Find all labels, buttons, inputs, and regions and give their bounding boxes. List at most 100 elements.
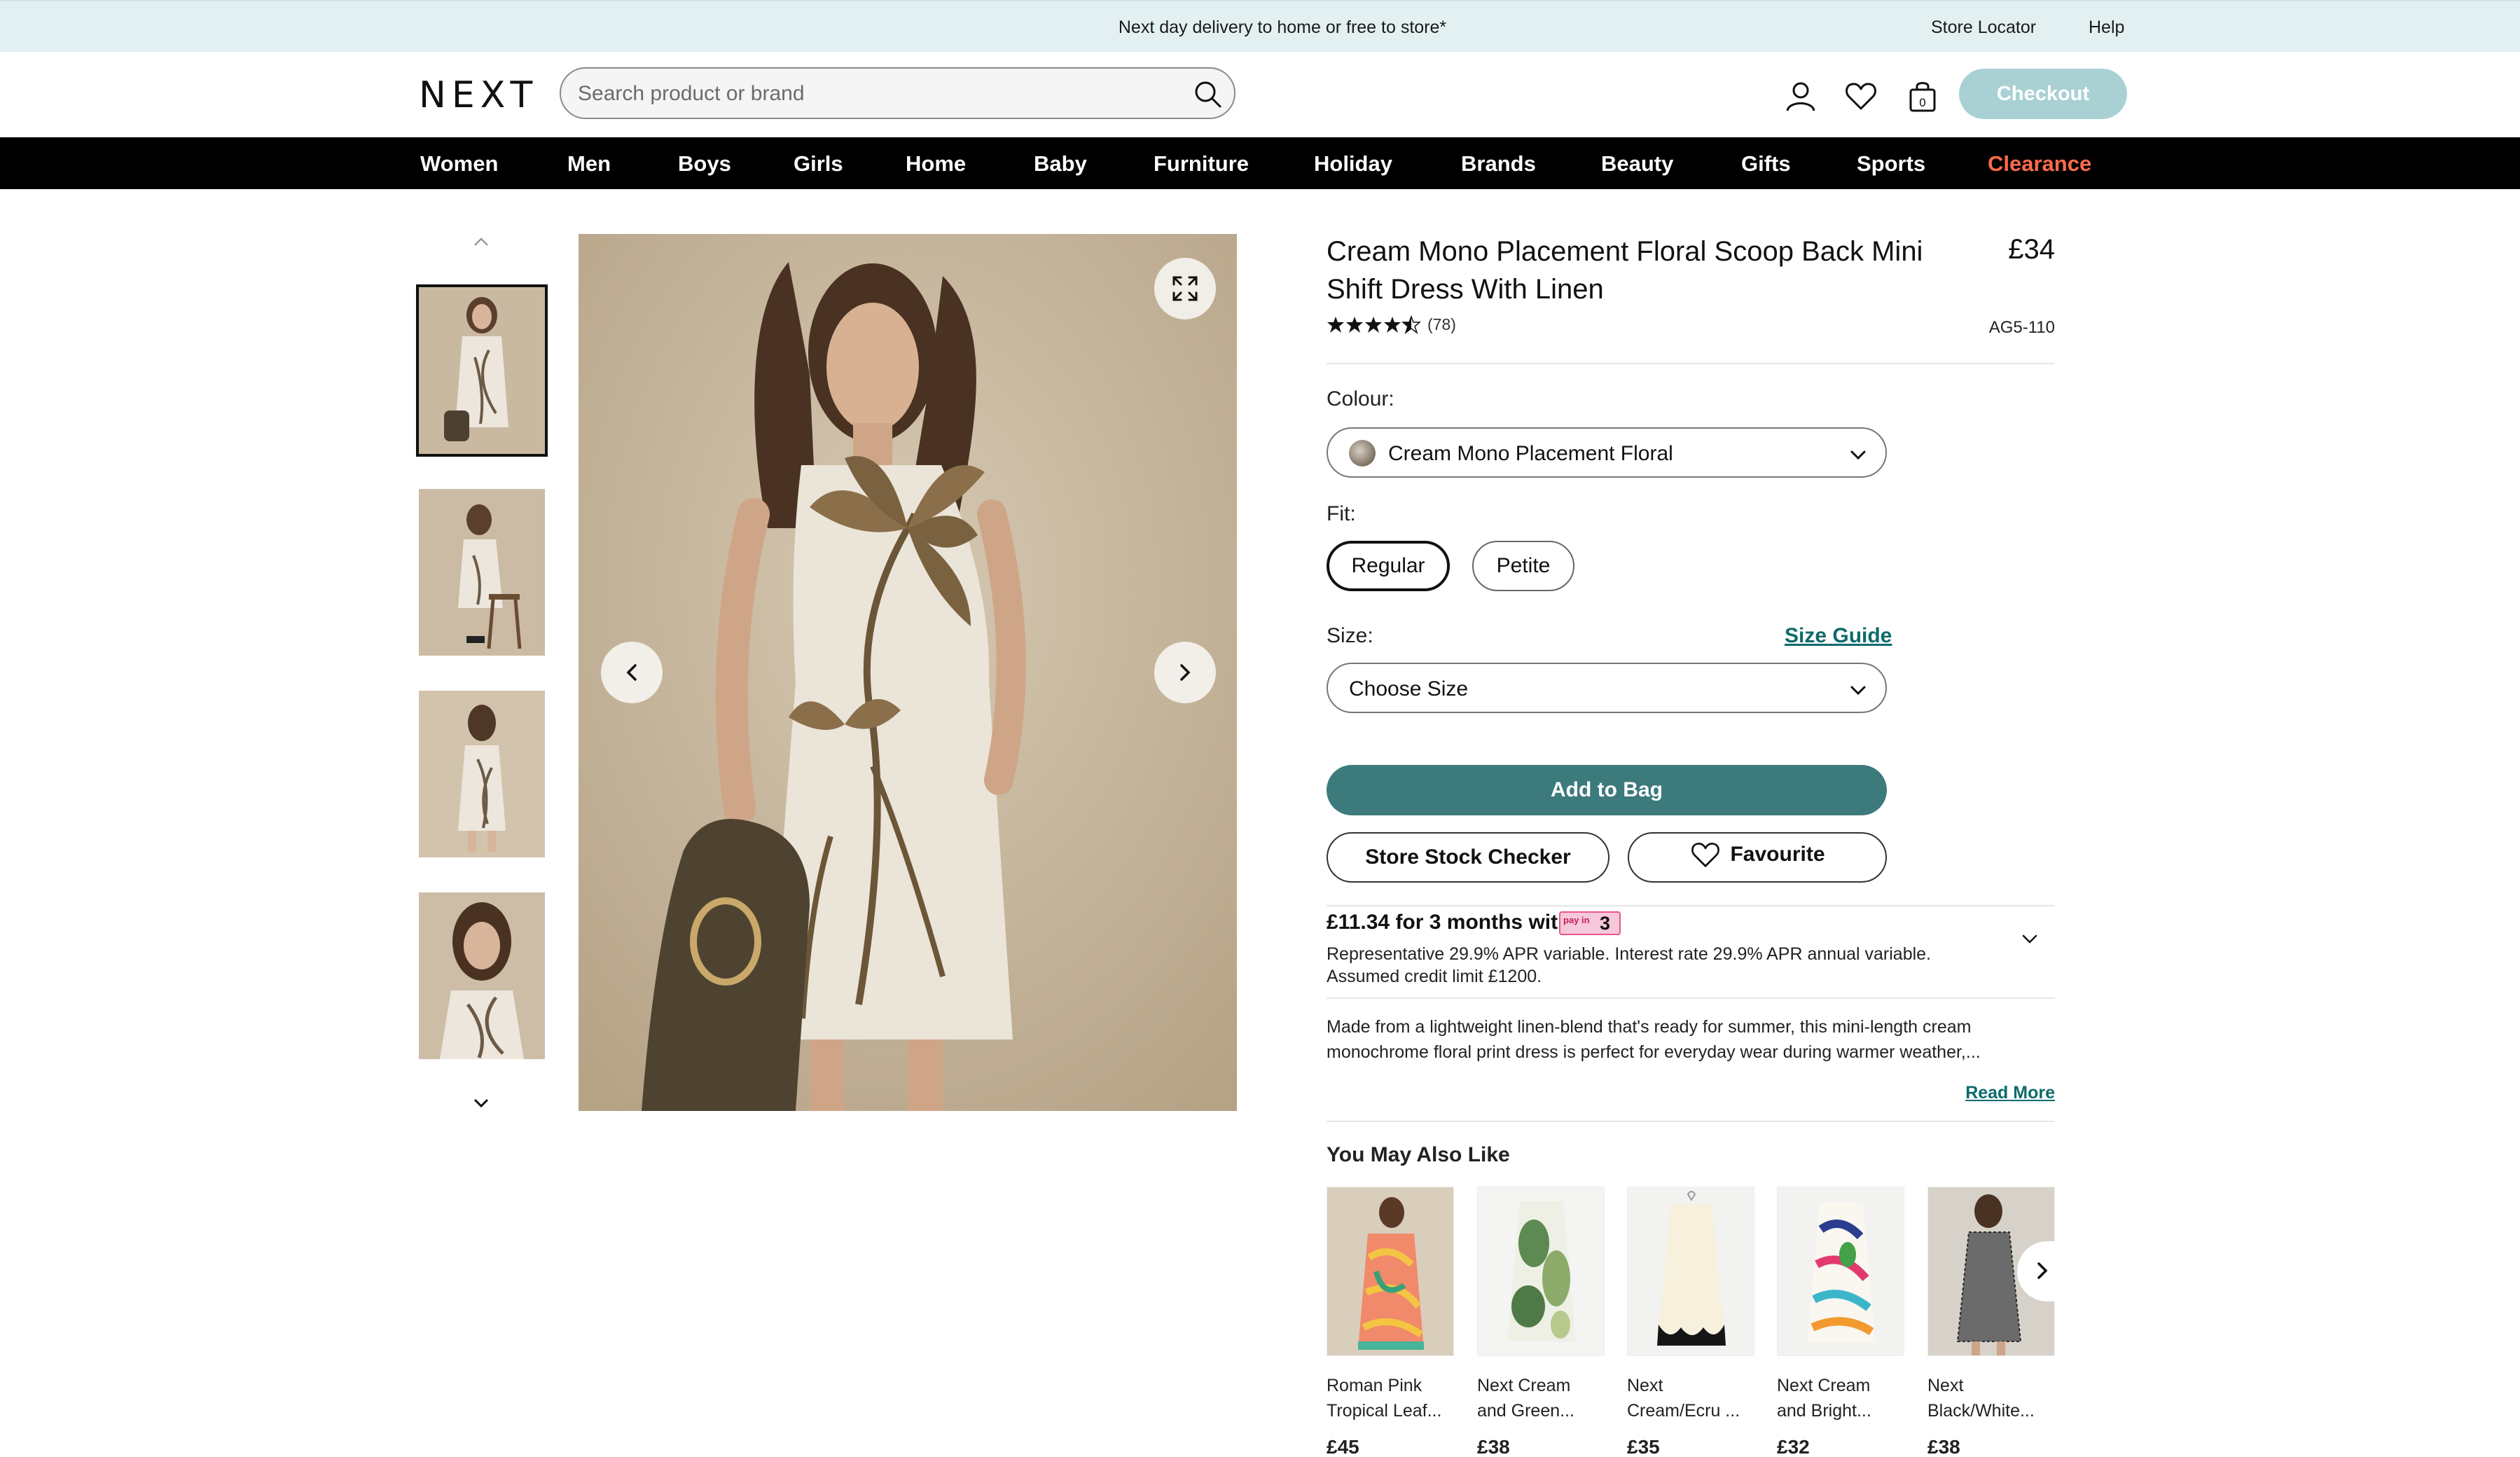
recommendation-name: Roman Pink Tropical Leaf...: [1327, 1376, 1442, 1421]
main-navigation: Women Men Boys Girls Home Baby Furniture…: [0, 137, 2520, 189]
pay-in-badge-number: 3: [1600, 913, 1611, 934]
divider: [1327, 363, 2055, 364]
nav-clearance[interactable]: Clearance: [1988, 151, 2091, 177]
thumbnail-image: [419, 287, 545, 454]
recommendation-card[interactable]: Next Black/White... £38: [1927, 1187, 2055, 1457]
recommendation-image: [1777, 1187, 1904, 1356]
nav-gifts[interactable]: Gifts: [1741, 151, 1791, 177]
site-header: NEXT 0 Checkout: [0, 52, 2520, 137]
add-to-bag-button[interactable]: Add to Bag: [1327, 765, 1887, 815]
search-input[interactable]: [578, 78, 1152, 109]
chevron-down-icon[interactable]: [2019, 927, 2041, 950]
nav-boys[interactable]: Boys: [678, 151, 731, 177]
nav-furniture[interactable]: Furniture: [1154, 151, 1249, 177]
thumbnail-1[interactable]: [416, 284, 548, 457]
pay-in-3-badge: pay in 3: [1559, 911, 1621, 935]
recommendation-price: £35: [1627, 1436, 1660, 1457]
favourite-button[interactable]: Favourite: [1628, 832, 1887, 883]
thumbnail-3[interactable]: [419, 691, 545, 857]
read-more-link[interactable]: Read More: [1965, 1083, 2055, 1103]
nav-men[interactable]: Men: [567, 151, 611, 177]
product-title: Cream Mono Placement Floral Scoop Back M…: [1327, 236, 1923, 305]
finance-headline: £11.34 for 3 months with: [1327, 911, 1571, 934]
thumbnail-4[interactable]: [419, 892, 545, 1059]
nav-sports[interactable]: Sports: [1857, 151, 1925, 177]
colour-select[interactable]: Cream Mono Placement Floral: [1327, 427, 1887, 478]
size-guide-link[interactable]: Size Guide: [1785, 624, 1892, 648]
review-count-link[interactable]: (78): [1427, 315, 1456, 334]
recommendation-card[interactable]: Next Cream/Ecru ... £35: [1627, 1187, 1754, 1457]
product-description: Made from a lightweight linen-blend that…: [1327, 1017, 1981, 1062]
size-label: Size:: [1327, 624, 1373, 647]
product-price: £34: [2008, 234, 2055, 265]
divider: [1327, 1121, 2055, 1122]
nav-home[interactable]: Home: [906, 151, 966, 177]
favourite-label: Favourite: [1730, 843, 1825, 866]
recommendation-price: £38: [1927, 1436, 1960, 1457]
chevron-down-icon: [1850, 686, 1866, 696]
recommendations-title: You May Also Like: [1327, 1143, 1510, 1166]
previous-image-button[interactable]: [601, 642, 663, 703]
thumbnail-2[interactable]: [419, 489, 545, 656]
help-link[interactable]: Help: [2089, 18, 2124, 38]
recommendation-card[interactable]: Roman Pink Tropical Leaf... £45: [1327, 1187, 1454, 1457]
recommendation-image: [1627, 1187, 1754, 1356]
thumbnail-image: [419, 489, 545, 656]
thumbnails-down-icon[interactable]: [464, 1090, 499, 1118]
fit-regular-button[interactable]: Regular: [1327, 541, 1450, 591]
recommendation-card[interactable]: Next Cream and Green... £38: [1477, 1187, 1605, 1457]
recommendation-name: Next Cream/Ecru ...: [1627, 1376, 1740, 1421]
promo-bar: Next day delivery to home or free to sto…: [0, 0, 2520, 52]
search-bar[interactable]: [560, 67, 1235, 119]
next-logo[interactable]: NEXT: [419, 77, 538, 113]
finance-details: Representative 29.9% APR variable. Inter…: [1327, 944, 1932, 986]
size-selected-value: Choose Size: [1349, 677, 1469, 700]
search-icon[interactable]: [1192, 78, 1224, 111]
chevron-left-icon: [626, 664, 637, 681]
nav-brands[interactable]: Brands: [1461, 151, 1536, 177]
main-product-image[interactable]: [579, 234, 1237, 1111]
account-icon[interactable]: [1783, 78, 1818, 113]
recommendation-name: Next Cream and Bright...: [1777, 1376, 1871, 1421]
recommendation-name: Next Black/White...: [1927, 1376, 2035, 1421]
recommendation-image: [1477, 1187, 1605, 1356]
shopping-bag-icon[interactable]: 0: [1905, 78, 1940, 113]
recommendation-image: [1327, 1187, 1454, 1356]
nav-girls[interactable]: Girls: [794, 151, 843, 177]
expand-icon: [1172, 276, 1198, 301]
svg-text:0: 0: [1919, 96, 1925, 109]
colour-selected-value: Cream Mono Placement Floral: [1388, 442, 1673, 465]
store-stock-checker-button[interactable]: Store Stock Checker: [1327, 832, 1609, 883]
rating-stars-icon[interactable]: [1327, 315, 1422, 336]
delivery-message: Next day delivery to home or free to sto…: [1118, 18, 1447, 37]
recommendation-card[interactable]: Next Cream and Bright... £32: [1777, 1187, 1904, 1457]
fit-label: Fit:: [1327, 502, 1356, 525]
product-sku: AG5-110: [1988, 318, 2055, 337]
nav-baby[interactable]: Baby: [1034, 151, 1087, 177]
chevron-down-icon: [1850, 450, 1866, 460]
thumbnail-image: [419, 892, 545, 1059]
product-photo: [579, 234, 1237, 1111]
fullscreen-button[interactable]: [1154, 258, 1216, 319]
chevron-right-icon: [1180, 664, 1191, 681]
checkout-button[interactable]: Checkout: [1959, 69, 2127, 119]
fit-petite-button[interactable]: Petite: [1472, 541, 1574, 591]
thumbnails-up-icon[interactable]: [464, 227, 499, 255]
thumbnail-image: [419, 691, 545, 857]
pay-in-badge-text: pay in: [1563, 915, 1590, 925]
divider: [1327, 997, 2055, 999]
store-locator-link[interactable]: Store Locator: [1931, 18, 2036, 38]
recommendation-name: Next Cream and Green...: [1477, 1376, 1574, 1421]
divider: [1327, 905, 2055, 906]
nav-holiday[interactable]: Holiday: [1314, 151, 1392, 177]
nav-women[interactable]: Women: [420, 151, 498, 177]
chevron-right-icon: [2037, 1262, 2048, 1279]
recommendation-price: £45: [1327, 1436, 1359, 1457]
favourites-heart-icon[interactable]: [1843, 78, 1878, 113]
next-image-button[interactable]: [1154, 642, 1216, 703]
nav-beauty[interactable]: Beauty: [1601, 151, 1673, 177]
colour-swatch: [1349, 440, 1376, 467]
colour-label: Colour:: [1327, 387, 1394, 410]
recommendation-price: £38: [1477, 1436, 1510, 1457]
size-select[interactable]: Choose Size: [1327, 663, 1887, 713]
